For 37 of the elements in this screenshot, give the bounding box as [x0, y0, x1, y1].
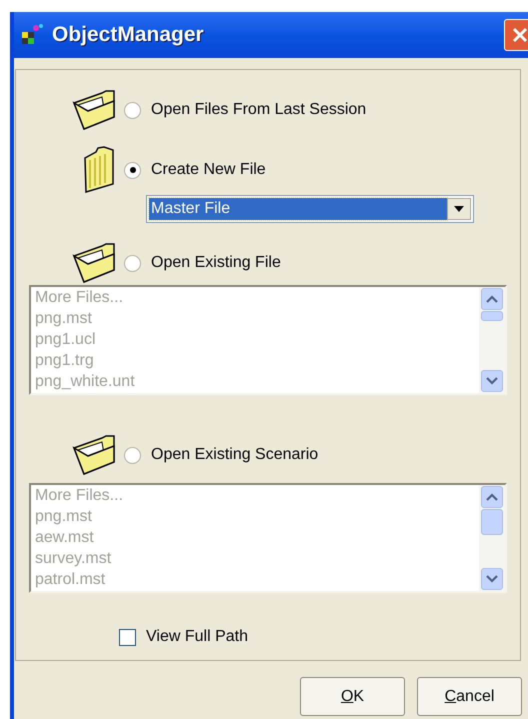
checkbox[interactable]: [119, 628, 136, 646]
file-type-dropdown[interactable]: Master File: [146, 195, 474, 223]
window-title: ObjectManager: [52, 22, 204, 48]
list-item[interactable]: More Files...: [35, 485, 479, 506]
open-folder-icon: [72, 89, 116, 131]
list-item[interactable]: survey.mst: [35, 548, 479, 569]
list-item[interactable]: png.mst: [35, 506, 479, 527]
scroll-thumb[interactable]: [481, 509, 503, 535]
option-label[interactable]: Open Existing Scenario: [151, 443, 318, 467]
scroll-thumb[interactable]: [481, 311, 503, 321]
dropdown-button[interactable]: [447, 198, 471, 220]
close-button[interactable]: [504, 19, 528, 51]
close-icon: [511, 26, 528, 44]
radio-button[interactable]: [124, 446, 141, 464]
radio-button[interactable]: [124, 254, 141, 272]
radio-button[interactable]: [124, 162, 141, 178]
scrollbar[interactable]: [479, 287, 505, 393]
open-folder-icon: [72, 242, 116, 284]
option-label[interactable]: Open Files From Last Session: [151, 98, 366, 122]
list-item[interactable]: png_white.unt: [35, 371, 479, 392]
option-label[interactable]: Create New File: [151, 158, 266, 182]
folder-icon: [82, 146, 116, 194]
scrollbar[interactable]: [479, 485, 505, 591]
list-item[interactable]: png1.ucl: [35, 329, 479, 350]
option-label[interactable]: Open Existing File: [151, 251, 281, 275]
list-item[interactable]: patrol.mst: [35, 569, 479, 590]
list-item[interactable]: png1.trg: [35, 350, 479, 371]
list-item[interactable]: png.mst: [35, 308, 479, 329]
dialog-button[interactable]: Cancel: [417, 677, 522, 716]
checkbox-label[interactable]: View Full Path: [146, 625, 248, 649]
caret-icon: [454, 206, 464, 212]
list-item[interactable]: More Files...: [35, 287, 479, 308]
dialog-button[interactable]: OK: [300, 677, 405, 716]
list-item[interactable]: aew.mst: [35, 527, 479, 548]
radio-button[interactable]: [124, 102, 141, 118]
open-folder-icon: [72, 434, 116, 476]
dropdown-value: Master File: [149, 198, 447, 220]
